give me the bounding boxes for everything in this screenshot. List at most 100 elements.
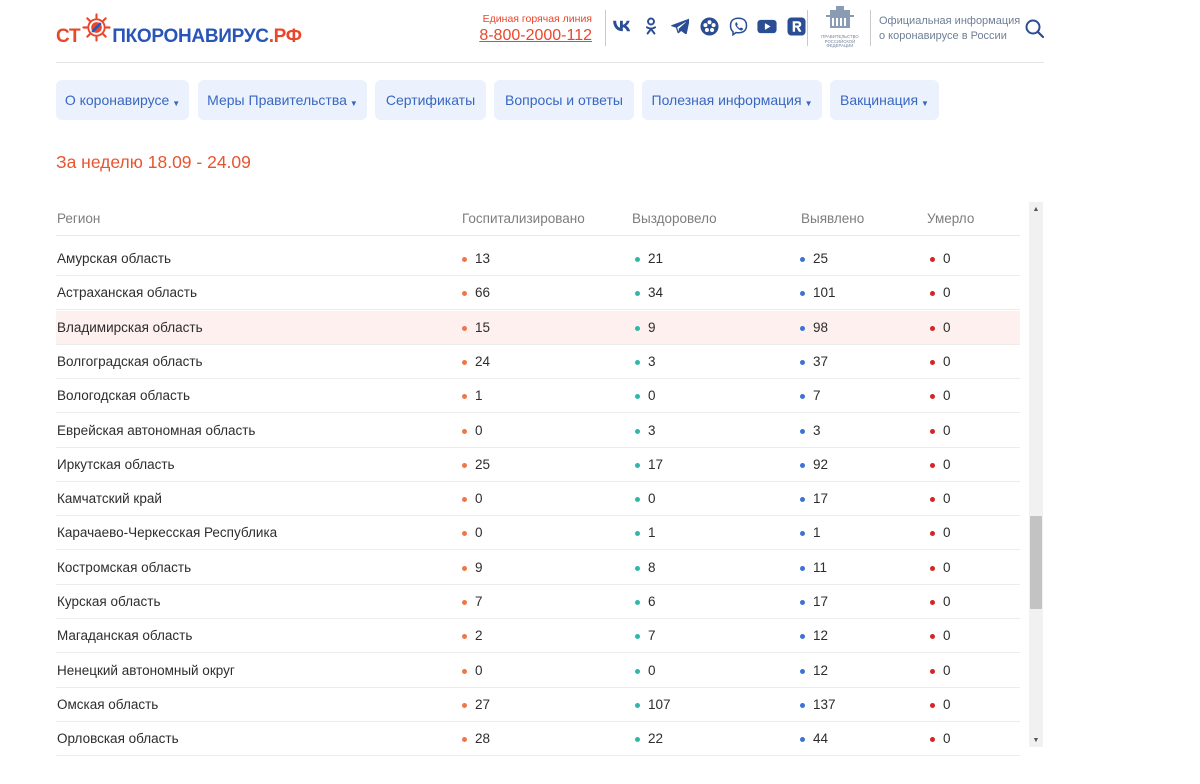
- vk-icon[interactable]: [612, 16, 632, 36]
- cell-detected: 92: [800, 457, 828, 472]
- dropdown-caret-icon: ▼: [349, 99, 358, 108]
- cell-died: 0: [930, 423, 951, 438]
- cell-region: Ненецкий автономный округ: [57, 662, 235, 678]
- cell-region: Камчатский край: [57, 491, 162, 507]
- scrollbar-thumb[interactable]: [1030, 516, 1042, 609]
- cell-recovered: 22: [635, 731, 663, 746]
- cell-region: Карачаево-Черкесская Республика: [57, 525, 278, 541]
- search-icon[interactable]: [1024, 18, 1046, 40]
- nav-certificates[interactable]: Сертификаты: [375, 80, 486, 120]
- cell-region: Орловская область: [57, 731, 179, 747]
- hotline-phone-link[interactable]: 8-800-2000-112: [470, 26, 592, 46]
- cell-died: 0: [930, 731, 951, 746]
- cell-detected: 12: [800, 628, 828, 643]
- cell-detected: 37: [800, 354, 828, 369]
- cell-hospitalized: 27: [462, 697, 490, 712]
- viber-icon[interactable]: [728, 16, 748, 36]
- dropdown-caret-icon: ▼: [172, 99, 181, 108]
- cell-recovered: 107: [635, 697, 671, 712]
- hotline: Единая горячая линия 8-800-2000-112: [470, 13, 592, 46]
- cell-region: Волгоградская область: [57, 353, 203, 369]
- table-row: Камчатский край 0 0 17 0: [56, 482, 1020, 517]
- table-row: Магаданская область 2 7 12 0: [56, 619, 1020, 654]
- odnoklassniki-icon[interactable]: [641, 16, 661, 36]
- site-logo[interactable]: СТ ПКОРОНАВИРУС.РФ: [56, 12, 302, 47]
- cell-died: 0: [930, 560, 951, 575]
- column-header-detected: Выявлено: [801, 211, 865, 226]
- virus-icon: [82, 12, 111, 42]
- cell-detected: 137: [800, 697, 836, 712]
- table-row: Омская область 27 107 137 0: [56, 688, 1020, 722]
- rutube-icon[interactable]: [699, 16, 719, 36]
- table-row: Вологодская область 1 0 7 0: [56, 379, 1020, 414]
- cell-recovered: 17: [635, 457, 663, 472]
- cell-recovered: 34: [635, 285, 663, 300]
- dropdown-caret-icon: ▼: [804, 99, 813, 108]
- cell-died: 0: [930, 354, 951, 369]
- cell-recovered: 3: [635, 423, 656, 438]
- table-row: Ненецкий автономный округ 0 0 12 0: [56, 654, 1020, 688]
- cell-detected: 44: [800, 731, 828, 746]
- table-row: Еврейская автономная область 0 3 3 0: [56, 414, 1020, 448]
- cell-died: 0: [930, 457, 951, 472]
- cell-died: 0: [930, 628, 951, 643]
- cell-recovered: 6: [635, 594, 656, 609]
- table-scrollbar[interactable]: ▲ ▼: [1029, 202, 1043, 747]
- site-header: СТ ПКОРОНАВИРУС.РФ Единая горячая линия …: [0, 0, 1200, 62]
- youtube-icon[interactable]: [757, 16, 777, 36]
- cell-hospitalized: 0: [462, 423, 483, 438]
- column-header-died: Умерло: [927, 211, 975, 226]
- nav-label: Сертификаты: [385, 92, 476, 108]
- nav-government-measures[interactable]: Меры Правительства ▼: [198, 80, 367, 120]
- cell-detected: 7: [800, 388, 821, 403]
- cell-detected: 17: [800, 491, 828, 506]
- header-separator: [56, 62, 1044, 63]
- logo-part-rf: .РФ: [268, 25, 302, 47]
- arrow-up-icon[interactable]: ▲: [1029, 202, 1043, 216]
- cell-hospitalized: 25: [462, 457, 490, 472]
- official-line-1: Официальная информация: [879, 15, 1021, 27]
- nav-vaccination[interactable]: Вакцинация ▼: [830, 80, 939, 120]
- cell-detected: 3: [800, 423, 821, 438]
- cell-detected: 98: [800, 320, 828, 335]
- nav-about-coronavirus[interactable]: О коронавирусе ▼: [56, 80, 189, 120]
- cell-hospitalized: 0: [462, 491, 483, 506]
- column-header-recovered: Выздоровело: [632, 211, 717, 226]
- nav-useful-info[interactable]: Полезная информация ▼: [642, 80, 822, 120]
- cell-detected: 25: [800, 251, 828, 266]
- official-info-caption: Официальная информация о коронавирусе в …: [879, 14, 1020, 44]
- cell-hospitalized: 13: [462, 251, 490, 266]
- cell-region: Магаданская область: [57, 628, 193, 644]
- government-building-icon[interactable]: ПРАВИТЕЛЬСТВО РОССИЙСКОЙ ФЕДЕРАЦИИ: [814, 6, 866, 48]
- scroll-down-glyph: ▼: [1032, 736, 1040, 744]
- cell-detected: 101: [800, 285, 836, 300]
- nav-questions-answers[interactable]: Вопросы и ответы: [494, 80, 634, 120]
- cell-hospitalized: 15: [462, 320, 490, 335]
- cell-recovered: 3: [635, 354, 656, 369]
- header-divider: [870, 10, 871, 46]
- telegram-icon[interactable]: [670, 16, 690, 36]
- cell-died: 0: [930, 697, 951, 712]
- cell-region: Омская область: [57, 696, 159, 712]
- cell-recovered: 21: [635, 251, 663, 266]
- cell-hospitalized: 9: [462, 560, 483, 575]
- logo-part-st: СТ: [56, 25, 81, 47]
- cell-died: 0: [930, 663, 951, 678]
- nav-label: О коронавирусе: [64, 92, 170, 108]
- cell-hospitalized: 0: [462, 663, 483, 678]
- cell-region: Вологодская область: [57, 388, 190, 404]
- table-row: Костромская область 9 8 11 0: [56, 551, 1020, 585]
- cell-hospitalized: 66: [462, 285, 490, 300]
- cell-region: Иркутская область: [57, 456, 175, 472]
- cell-hospitalized: 0: [462, 525, 483, 540]
- dropdown-caret-icon: ▼: [921, 99, 929, 108]
- rambler-icon[interactable]: [786, 16, 806, 36]
- cell-region: Костромская область: [57, 559, 192, 575]
- cell-recovered: 8: [635, 560, 656, 575]
- cell-died: 0: [930, 594, 951, 609]
- cell-recovered: 1: [635, 525, 656, 540]
- cell-died: 0: [930, 491, 951, 506]
- hotline-label: Единая горячая линия: [482, 13, 592, 25]
- arrow-down-icon[interactable]: ▼: [1029, 733, 1043, 747]
- table-row: Орловская область 28 22 44 0: [56, 722, 1020, 756]
